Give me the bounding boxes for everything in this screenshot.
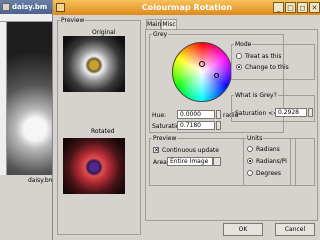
- close-icon[interactable]: ✕: [309, 2, 320, 13]
- preview-options-label: Preview: [152, 135, 178, 142]
- units-radianspi-label: Radians/Pi: [256, 158, 287, 165]
- units-radians-radio[interactable]: [247, 146, 253, 152]
- original-thumbnail: [63, 36, 125, 92]
- units-label: Units: [246, 135, 264, 142]
- minimize-icon[interactable]: _: [273, 2, 284, 13]
- shade-icon[interactable]: ◻: [297, 2, 308, 13]
- mode-label: Mode: [234, 41, 253, 48]
- cancel-button[interactable]: Cancel: [275, 223, 315, 236]
- hue-field[interactable]: 0.0000: [177, 110, 215, 119]
- mode-treat-label: Treat as this: [245, 53, 282, 60]
- what-is-grey-label: What is Grey?: [234, 92, 278, 99]
- hue-spin-arrows-icon[interactable]: [216, 110, 221, 119]
- saturation-field[interactable]: 0.7180: [177, 121, 215, 130]
- image-status: daisy.bmp-: [0, 175, 61, 185]
- preview-label: Preview: [60, 17, 86, 24]
- vertical-ruler: [0, 22, 7, 175]
- rotated-label: Rotated: [91, 128, 115, 135]
- wheel-hue-marker[interactable]: [214, 73, 219, 78]
- color-wheel[interactable]: [172, 42, 232, 102]
- mode-group: [231, 44, 315, 80]
- image-window-bottom: [0, 185, 60, 240]
- gimp-logo-icon: [56, 3, 65, 12]
- maximize-icon[interactable]: □: [285, 2, 296, 13]
- hue-label: Hue:: [152, 112, 167, 119]
- grey-saturation-field[interactable]: 0.2928: [275, 108, 307, 117]
- wheel-marker[interactable]: [199, 61, 205, 67]
- units-radianspi-radio[interactable]: [247, 158, 253, 164]
- saturation-spin-arrows-icon[interactable]: [216, 121, 221, 130]
- colourmap-rotation-dialog: Colourmap Rotation _ □ ◻ ✕ Preview Origi…: [52, 0, 320, 240]
- area-select[interactable]: Entire Image: [167, 157, 213, 166]
- continuous-update-label: Continuous update: [162, 147, 219, 154]
- mode-treat-radio[interactable]: [236, 53, 242, 59]
- original-label: Original: [92, 29, 116, 36]
- continuous-update-checkbox[interactable]: ✕: [153, 147, 159, 154]
- mode-change-label: Change to this: [245, 64, 289, 71]
- canvas-image: [7, 22, 54, 175]
- units-degrees-label: Degrees: [256, 170, 281, 177]
- units-degrees-radio[interactable]: [247, 170, 253, 176]
- grey-saturation-label: Saturation <=: [235, 110, 279, 117]
- rotated-thumbnail: [63, 138, 125, 194]
- mode-change-radio[interactable]: [236, 64, 242, 70]
- grey-saturation-spin-arrows-icon[interactable]: [308, 108, 313, 117]
- ok-button[interactable]: OK: [223, 223, 263, 236]
- grey-label: Grey: [152, 31, 169, 38]
- units-radians-label: Radians: [256, 146, 280, 153]
- image-window-icon: [2, 3, 10, 11]
- horizontal-ruler: [0, 14, 60, 22]
- chevron-down-icon[interactable]: [213, 157, 221, 166]
